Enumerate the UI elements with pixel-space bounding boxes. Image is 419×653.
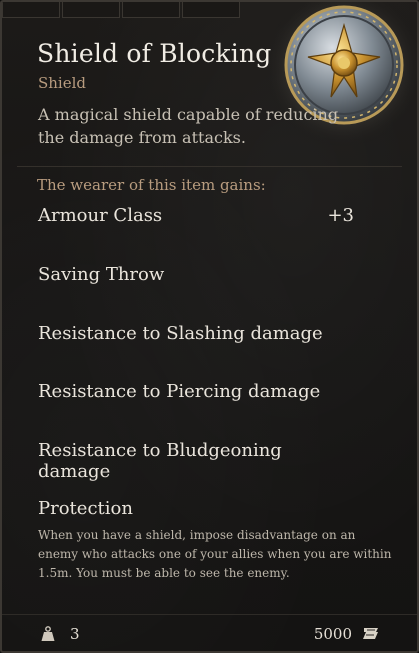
item-type: Shield xyxy=(38,74,87,92)
property-label: Armour Class xyxy=(38,205,163,226)
equipment-slot[interactable] xyxy=(2,2,60,18)
item-footer: 3 5000 xyxy=(2,614,417,651)
item-weight: 3 xyxy=(70,625,80,643)
item-price: 5000 xyxy=(313,625,352,643)
divider xyxy=(17,166,402,167)
property-row-armour-class: Armour Class +3 xyxy=(38,205,354,226)
property-row-bludgeoning-resistance: Resistance to Bludgeoning damage xyxy=(38,440,354,482)
equipment-slot[interactable] xyxy=(122,2,180,18)
item-description: A magical shield capable of reducing the… xyxy=(38,105,339,147)
property-label: Resistance to Bludgeoning damage xyxy=(38,440,282,482)
passive-description: When you have a shield, impose disadvant… xyxy=(38,528,392,580)
property-label: Saving Throw xyxy=(38,264,165,285)
gold-icon xyxy=(363,628,378,639)
effects-header: The wearer of this item gains: xyxy=(37,176,266,194)
property-row-piercing-resistance: Resistance to Piercing damage xyxy=(38,381,354,402)
property-row-slashing-resistance: Resistance to Slashing damage xyxy=(38,323,354,344)
property-value: +3 xyxy=(327,205,354,226)
equipment-slot[interactable] xyxy=(182,2,240,18)
item-tooltip: Shield of Blocking Shield A magical shie… xyxy=(0,0,419,653)
weight-icon xyxy=(41,626,55,641)
equipment-slot[interactable] xyxy=(62,2,120,18)
item-name: Shield of Blocking xyxy=(37,39,272,68)
property-label: Resistance to Slashing damage xyxy=(38,323,323,344)
property-label: Resistance to Piercing damage xyxy=(38,381,321,402)
property-row-saving-throw: Saving Throw xyxy=(38,264,354,285)
passive-title: Protection xyxy=(38,498,133,519)
equipment-slot-strip xyxy=(2,2,242,18)
